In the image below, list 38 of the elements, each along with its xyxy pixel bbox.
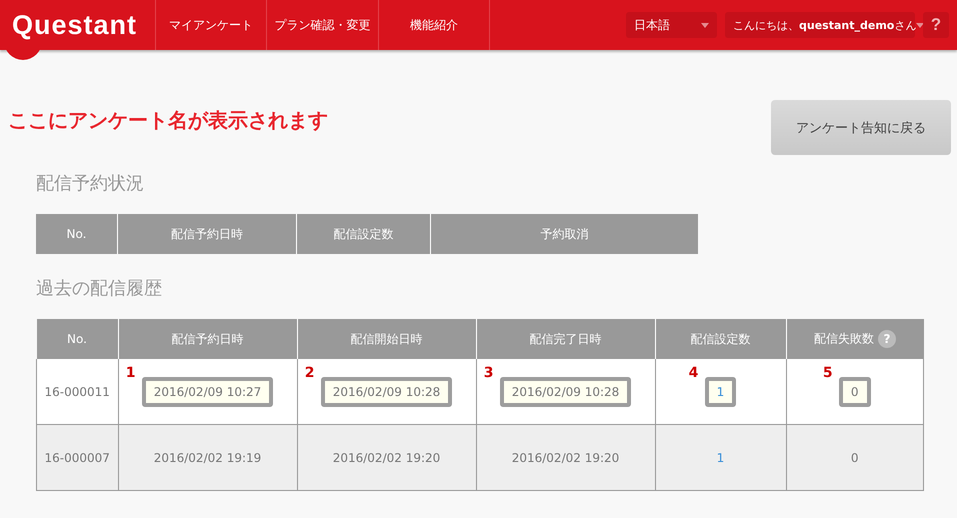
callout-number: 3 — [484, 364, 494, 380]
column-header: 配信設定数 — [655, 319, 786, 359]
column-header: No. — [36, 214, 118, 254]
highlight-box: 2016/02/09 10:27 — [142, 376, 274, 406]
column-header: No. — [36, 319, 118, 359]
nav-link[interactable]: 機能紹介 — [379, 0, 490, 50]
back-button[interactable]: アンケート告知に戻る — [771, 100, 951, 155]
language-dropdown[interactable]: 日本語 — [626, 12, 717, 38]
nav-link[interactable]: プラン確認・変更 — [267, 0, 379, 50]
table-cell: 16-000007 — [44, 450, 110, 464]
caret-icon — [701, 22, 709, 28]
highlight-box: 2016/02/09 10:28 — [320, 376, 452, 406]
column-header: 配信予約日時 — [118, 319, 297, 359]
survey-title: ここにアンケート名が表示されます — [8, 107, 328, 134]
column-header: 配信完了日時 — [476, 319, 655, 359]
callout-number: 5 — [822, 364, 833, 380]
section-title: 過去の配信履歴 — [36, 277, 163, 300]
help-button[interactable]: ? — [923, 12, 949, 38]
highlight-box: 0 — [838, 376, 871, 406]
column-header: 配信設定数 — [296, 214, 430, 254]
column-header: 配信予約日時 — [118, 214, 296, 254]
callout-number: 1 — [126, 364, 136, 380]
table-cell: 16-000011 — [44, 384, 110, 398]
section-title: 配信予約状況 — [36, 172, 145, 195]
column-header: 予約取消 — [430, 214, 698, 254]
table-cell: 2016/02/02 19:20 — [332, 450, 440, 464]
column-header: 配信失敗数 — [814, 331, 874, 346]
callout-number: 4 — [688, 364, 698, 380]
link[interactable]: 1 — [716, 450, 724, 464]
link[interactable]: 1 — [704, 376, 736, 406]
column-header: 配信開始日時 — [297, 319, 476, 359]
table-cell: 2016/02/02 19:19 — [154, 450, 262, 464]
logo[interactable]: Questant — [0, 10, 155, 40]
table-cell: 2016/02/02 19:20 — [512, 450, 620, 464]
nav-link[interactable]: マイアンケート — [156, 0, 267, 50]
highlight-box: 2016/02/09 10:28 — [500, 376, 632, 406]
table-cell: 0 — [850, 450, 859, 464]
callout-number: 2 — [304, 364, 314, 380]
